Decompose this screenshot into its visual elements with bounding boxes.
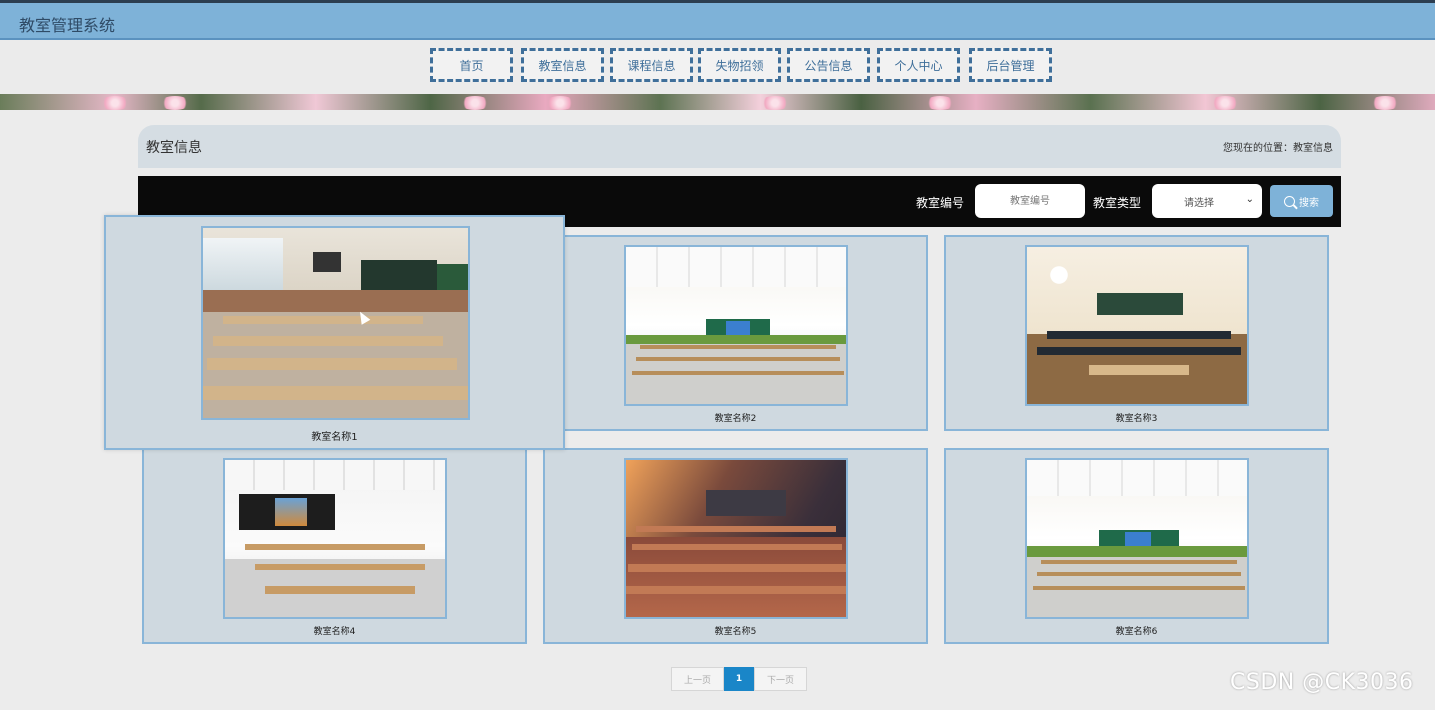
classroom-name: 教室名称5 xyxy=(714,627,757,637)
classroom-type-label: 教室类型 xyxy=(1093,196,1142,210)
classroom-type-select[interactable]: 请选择 ⌄ xyxy=(1152,184,1262,218)
page-title: 教室信息 xyxy=(146,140,202,156)
classroom-image xyxy=(624,458,848,619)
nav-item-lost-found[interactable]: 失物招领 xyxy=(698,48,781,82)
classroom-number-input[interactable] xyxy=(975,184,1085,218)
search-icon xyxy=(1284,195,1295,207)
classroom-card[interactable]: 教室名称2 xyxy=(543,235,928,431)
main-nav: 首页 教室信息 课程信息 失物招领 公告信息 个人中心 后台管理 xyxy=(0,40,1435,94)
breadcrumb: 教室信息 您现在的位置：教室信息 xyxy=(138,125,1341,168)
nav-item-home[interactable]: 首页 xyxy=(430,48,513,82)
search-button[interactable]: 搜索 xyxy=(1270,185,1333,217)
watermark: CSDN @CK3036 xyxy=(1230,670,1414,695)
classroom-card[interactable]: 教室名称6 xyxy=(944,448,1329,644)
classroom-name: 教室名称4 xyxy=(313,627,356,637)
classroom-name: 教室名称2 xyxy=(714,414,757,424)
classroom-card[interactable]: 教室名称4 xyxy=(142,448,527,644)
classroom-image xyxy=(1025,458,1249,619)
nav-item-course[interactable]: 课程信息 xyxy=(610,48,693,82)
nav-item-classroom[interactable]: 教室信息 xyxy=(521,48,604,82)
prev-page-button[interactable]: 上一页 xyxy=(671,667,724,691)
classroom-type-value: 请选择 xyxy=(1184,197,1214,209)
classroom-name: 教室名称6 xyxy=(1115,627,1158,637)
nav-item-profile[interactable]: 个人中心 xyxy=(877,48,960,82)
page-1-button[interactable]: 1 xyxy=(724,667,754,691)
classroom-name: 教室名称1 xyxy=(311,432,358,443)
classroom-image xyxy=(624,245,848,406)
classroom-image xyxy=(1025,245,1249,406)
classroom-card[interactable]: 教室名称3 xyxy=(944,235,1329,431)
nav-item-admin[interactable]: 后台管理 xyxy=(969,48,1052,82)
classroom-name: 教室名称3 xyxy=(1115,414,1158,424)
current-location: 您现在的位置：教室信息 xyxy=(1223,143,1333,154)
flower-banner xyxy=(0,94,1435,110)
classroom-image xyxy=(201,226,470,420)
classroom-image xyxy=(223,458,447,619)
pagination: 上一页 1 下一页 xyxy=(671,667,807,691)
next-page-button[interactable]: 下一页 xyxy=(754,667,807,691)
classroom-number-label: 教室编号 xyxy=(916,196,965,210)
chevron-down-icon: ⌄ xyxy=(1245,194,1254,205)
top-header: 教室管理系统 xyxy=(0,0,1435,40)
search-button-label: 搜索 xyxy=(1299,197,1319,209)
site-title: 教室管理系统 xyxy=(19,16,116,35)
classroom-card[interactable]: 教室名称1 xyxy=(104,215,565,450)
nav-item-notice[interactable]: 公告信息 xyxy=(787,48,870,82)
classroom-card[interactable]: 教室名称5 xyxy=(543,448,928,644)
